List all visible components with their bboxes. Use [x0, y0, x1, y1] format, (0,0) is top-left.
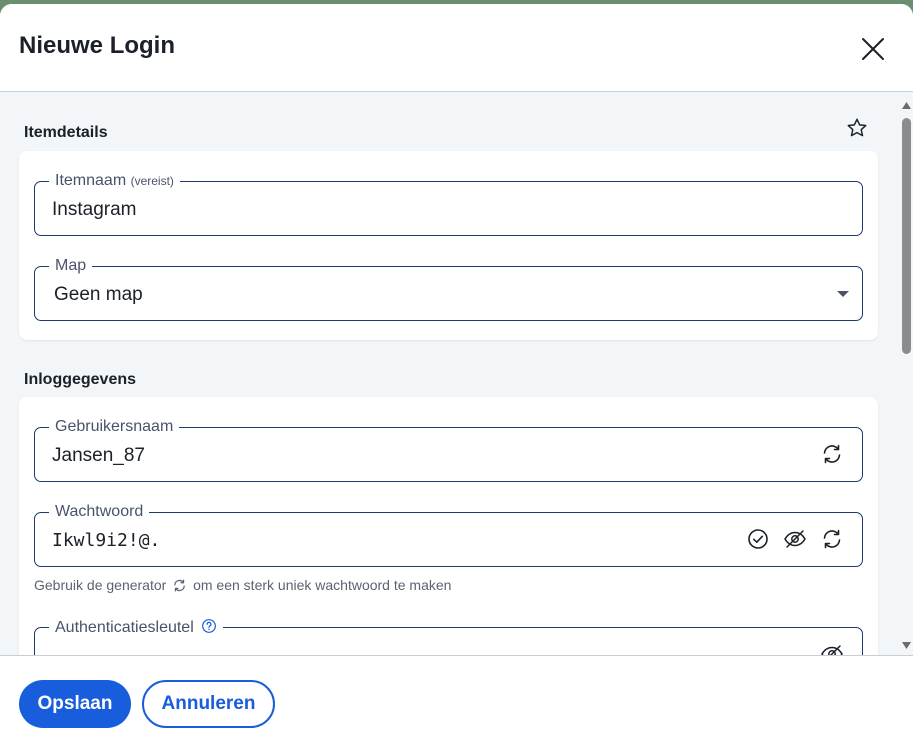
folder-select[interactable]: Map Geen map: [34, 257, 863, 321]
login-credentials-card: Gebruikersnaam Jansen_87 Wachtwoord Ikwl…: [19, 397, 878, 655]
item-name-label: Itemnaam: [55, 172, 127, 189]
item-name-field[interactable]: Itemnaam (vereist) Instagram: [34, 172, 863, 236]
new-login-dialog: Nieuwe Login Itemdetails Itemnaam (verei…: [0, 4, 913, 740]
scroll-down-arrow-icon[interactable]: [902, 642, 911, 649]
folder-label: Map: [49, 257, 93, 275]
password-label: Wachtwoord: [49, 503, 150, 521]
password-generator-hint: Gebruik de generator om een sterk uniek …: [34, 577, 451, 593]
required-hint: (vereist): [130, 174, 174, 188]
scrollbar[interactable]: [900, 92, 913, 655]
username-label: Gebruikersnaam: [49, 418, 180, 436]
login-credentials-heading: Inloggegevens: [24, 371, 137, 388]
hint-text-before: Gebruik de generator: [34, 577, 167, 593]
authenticator-key-label: Authenticatiesleutel: [55, 619, 194, 636]
favorite-button[interactable]: [846, 117, 868, 139]
username-field[interactable]: Gebruikersnaam Jansen_87: [34, 418, 863, 482]
item-name-value: Instagram: [52, 199, 137, 220]
authenticator-key-field[interactable]: Authenticatiesleutel: [34, 618, 863, 655]
generate-username-button[interactable]: [820, 442, 844, 466]
scrollbar-thumb[interactable]: [902, 118, 911, 354]
item-details-heading: Itemdetails: [24, 124, 108, 141]
username-value: Jansen_87: [52, 445, 145, 466]
toggle-password-visibility-button[interactable]: [783, 527, 807, 551]
close-icon: [862, 38, 884, 60]
dialog-title: Nieuwe Login: [19, 32, 175, 59]
dropdown-arrow-icon: [837, 291, 849, 297]
dialog-body: Itemdetails Itemnaam (vereist) Instagram…: [0, 92, 913, 655]
refresh-icon: [174, 579, 186, 592]
check-circle-icon: [748, 529, 768, 549]
folder-value: Geen map: [54, 284, 143, 305]
dialog-footer: Opslaan Annuleren: [0, 655, 913, 740]
password-field[interactable]: Wachtwoord Ikwl9i2!@.: [34, 503, 863, 567]
help-icon[interactable]: [201, 618, 217, 634]
star-icon: [847, 118, 867, 137]
scroll-up-arrow-icon[interactable]: [902, 102, 911, 109]
password-value: Ikwl9i2!@.: [52, 530, 161, 551]
generate-password-button[interactable]: [820, 527, 844, 551]
refresh-icon: [823, 444, 841, 464]
save-button[interactable]: Opslaan: [19, 680, 131, 728]
refresh-icon: [823, 529, 841, 549]
check-password-button[interactable]: [746, 527, 770, 551]
dialog-header: Nieuwe Login: [0, 4, 913, 92]
item-details-card: Itemnaam (vereist) Instagram Map Geen ma…: [19, 151, 878, 340]
eye-slash-icon: [821, 645, 843, 655]
toggle-key-visibility-button[interactable]: [820, 642, 844, 655]
close-button[interactable]: [860, 36, 886, 62]
hint-text-after: om een sterk uniek wachtwoord te maken: [193, 577, 452, 593]
eye-slash-icon: [784, 530, 806, 548]
cancel-button[interactable]: Annuleren: [142, 680, 275, 728]
